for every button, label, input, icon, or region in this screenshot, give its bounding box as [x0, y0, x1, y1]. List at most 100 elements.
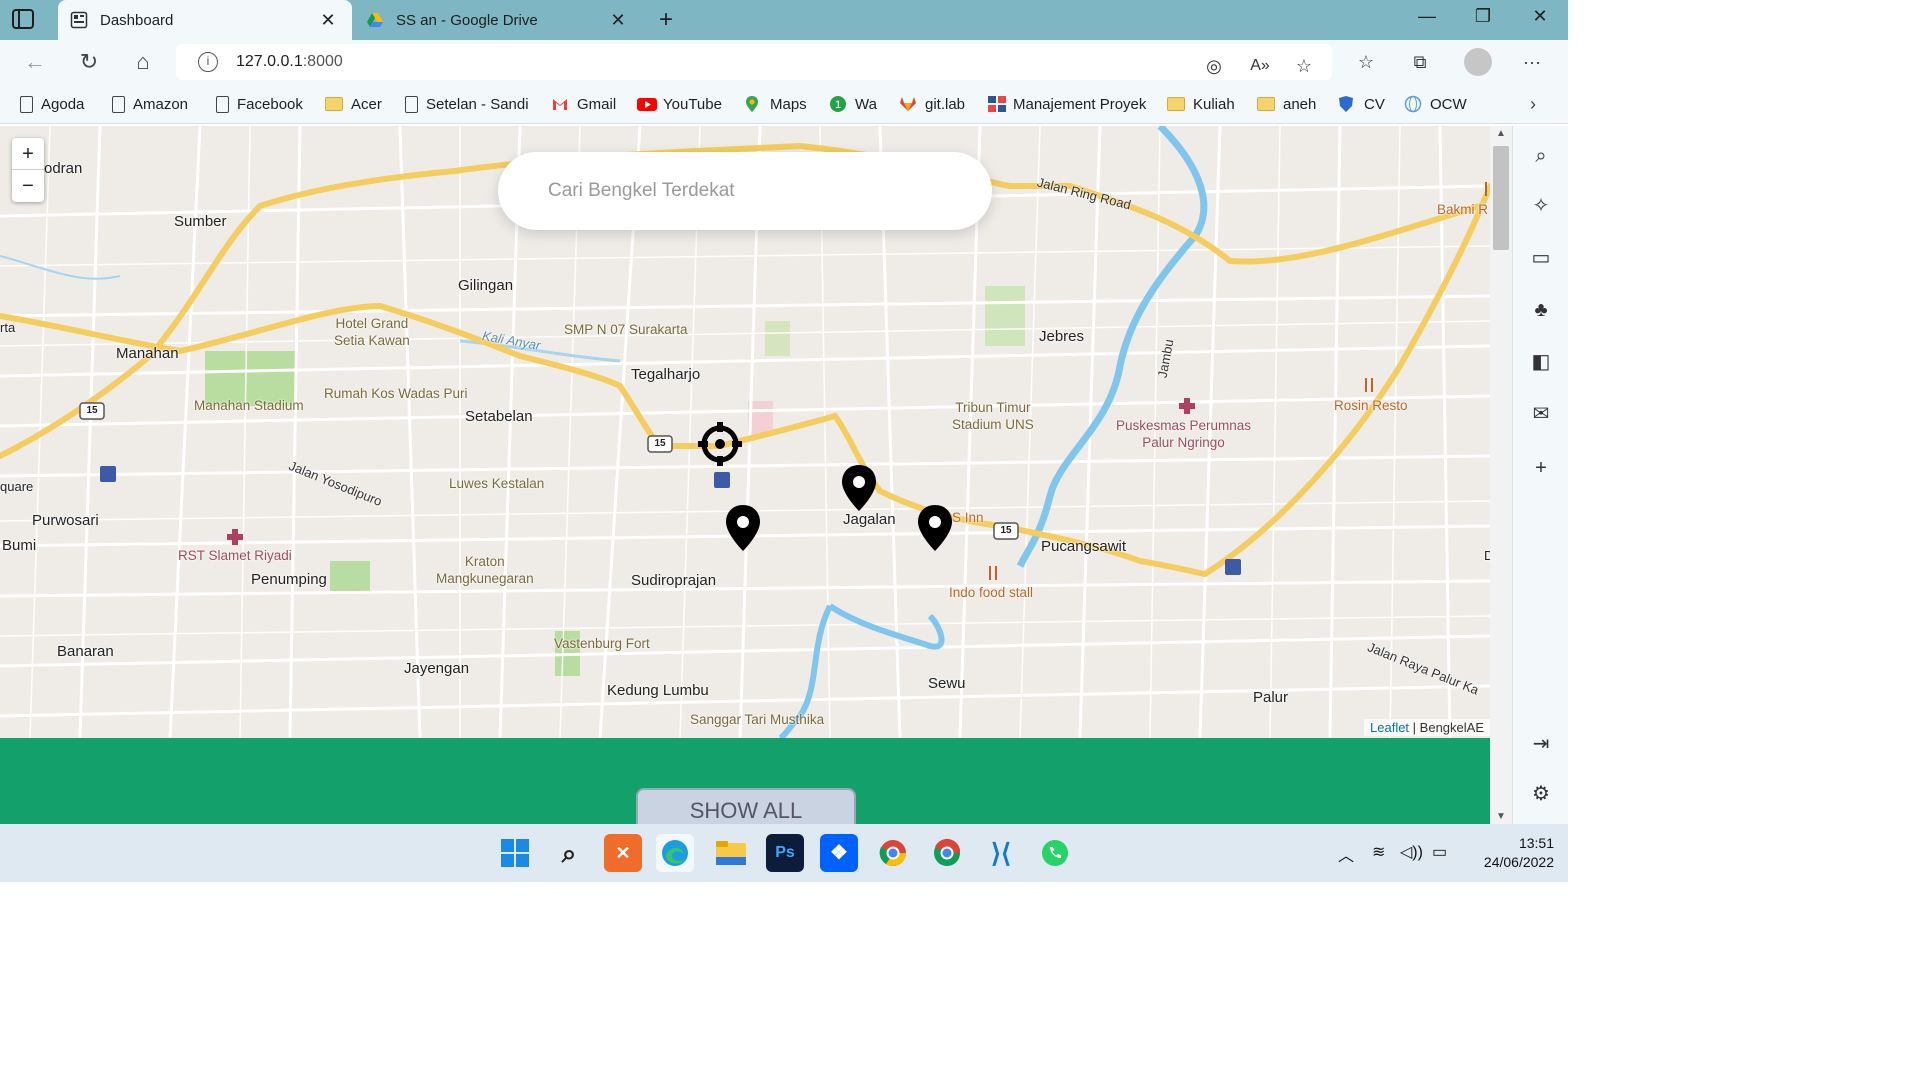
- profile-avatar[interactable]: [1464, 48, 1492, 76]
- folder-icon: [1257, 97, 1275, 111]
- poi-label: Puskesmas Perumnas Palur Ngringo: [1116, 418, 1252, 450]
- more-options-icon[interactable]: ···: [1520, 50, 1544, 74]
- bookmark-wa[interactable]: 1 Wa: [829, 92, 877, 116]
- vscode-icon[interactable]: ⟩⟨: [982, 834, 1020, 872]
- current-location-crosshair-icon[interactable]: [698, 422, 742, 466]
- system-clock[interactable]: 13:51 24/06/2022: [1464, 834, 1554, 872]
- minimize-button[interactable]: —: [1407, 6, 1447, 27]
- location-icon[interactable]: ◎: [1202, 54, 1226, 78]
- add-sidebar-app-icon[interactable]: +: [1527, 454, 1555, 482]
- zoom-out-button[interactable]: −: [12, 170, 44, 202]
- bookmark-gmail[interactable]: Gmail: [551, 92, 616, 116]
- poi-label: Rumah Kos Wadas Puri: [324, 386, 468, 401]
- whatsapp-icon: 1: [829, 95, 847, 113]
- home-icon[interactable]: ⌂: [128, 48, 158, 76]
- scroll-up-arrow-icon[interactable]: ▲: [1490, 128, 1512, 139]
- outlook-icon[interactable]: ✉: [1527, 400, 1555, 428]
- close-tab-icon[interactable]: ✕: [606, 10, 630, 31]
- place-label: quare: [0, 479, 34, 494]
- restore-button[interactable]: ❐: [1463, 6, 1503, 27]
- workshop-marker-pin-icon[interactable]: [725, 504, 761, 552]
- chrome-icon[interactable]: [874, 834, 912, 872]
- bookmark-kuliah[interactable]: Kuliah: [1167, 92, 1235, 116]
- battery-icon[interactable]: ▭: [1432, 842, 1447, 862]
- place-label: Purwosari: [32, 512, 99, 529]
- poi-label: RST Slamet Riyadi: [178, 548, 292, 563]
- dropbox-icon[interactable]: ❖: [820, 834, 858, 872]
- bookmark-ocw[interactable]: OCW: [1404, 92, 1467, 116]
- bookmark-cv[interactable]: CV: [1338, 92, 1385, 116]
- route-number: 15: [1000, 525, 1012, 536]
- bottom-panel: SHOW ALL: [0, 738, 1490, 832]
- place-label: Jayengan: [404, 660, 470, 677]
- bookmark-setelan-sandi[interactable]: Setelan - Sandi: [405, 92, 529, 116]
- back-arrow-icon[interactable]: ←: [20, 48, 50, 76]
- workshop-marker-pin-icon[interactable]: [841, 464, 877, 512]
- google-drive-icon: [366, 11, 384, 29]
- office-icon[interactable]: ◧: [1527, 348, 1555, 376]
- read-aloud-icon[interactable]: A»: [1248, 54, 1272, 78]
- map-attribution: Leaflet | BengkelAE: [1364, 719, 1490, 736]
- bookmark-acer[interactable]: Acer: [325, 92, 382, 116]
- svg-text:1: 1: [835, 99, 841, 111]
- zoom-control: + −: [12, 138, 44, 202]
- close-tab-icon[interactable]: ✕: [316, 10, 340, 31]
- close-window-button[interactable]: ✕: [1520, 6, 1560, 27]
- tab-google-drive[interactable]: SS an - Google Drive ✕: [356, 0, 640, 40]
- taskbar-search-icon[interactable]: ⌕: [550, 834, 588, 872]
- leaflet-link[interactable]: Leaflet: [1370, 720, 1409, 735]
- tools-briefcase-icon[interactable]: ▭: [1527, 244, 1555, 272]
- start-windows-icon[interactable]: [496, 834, 534, 872]
- url-text[interactable]: 127.0.0.1:8000: [236, 53, 343, 71]
- bookmark-youtube[interactable]: YouTube: [637, 92, 722, 116]
- add-favorite-icon[interactable]: ☆: [1292, 54, 1316, 78]
- refresh-icon[interactable]: ↻: [74, 48, 104, 76]
- whatsapp-taskbar-icon[interactable]: [1036, 834, 1074, 872]
- scroll-down-arrow-icon[interactable]: ▼: [1490, 811, 1512, 822]
- place-label: Setabelan: [465, 408, 533, 425]
- zoom-in-button[interactable]: +: [12, 138, 44, 170]
- address-bar[interactable]: i 127.0.0.1:8000 ◎ A» ☆: [176, 44, 1332, 80]
- more-bookmarks-chevron-icon[interactable]: ›: [1530, 92, 1536, 116]
- games-icon[interactable]: ♣: [1527, 296, 1555, 324]
- volume-icon[interactable]: ◁)): [1400, 842, 1423, 862]
- page-scrollbar[interactable]: ▲ ▼: [1490, 126, 1512, 824]
- bookmark-maps[interactable]: Maps: [744, 92, 807, 116]
- favorites-icon[interactable]: ☆: [1354, 50, 1378, 74]
- photoshop-icon[interactable]: Ps: [766, 834, 804, 872]
- bookmark-agoda[interactable]: Agoda: [20, 92, 84, 116]
- file-explorer-folder-icon[interactable]: [712, 834, 750, 872]
- park-area: [985, 286, 1025, 346]
- new-tab-button[interactable]: +: [652, 6, 680, 34]
- hide-sidebar-icon[interactable]: ⇥: [1527, 730, 1555, 758]
- map-canvas[interactable]: odran Sumber Gilingan Manahan Tegalharjo…: [0, 126, 1490, 738]
- edge-browser-icon[interactable]: [656, 834, 694, 872]
- wifi-icon[interactable]: ≋: [1372, 842, 1385, 862]
- bookmark-amazon[interactable]: Amazon: [112, 92, 188, 116]
- xampp-icon[interactable]: ✕: [604, 834, 642, 872]
- workshop-marker-pin-icon[interactable]: [917, 504, 953, 552]
- tab-actions-icon[interactable]: [12, 9, 34, 29]
- place-label: Tegalharjo: [631, 366, 701, 383]
- scroll-thumb[interactable]: [1493, 146, 1509, 250]
- bookmark-manajement-proyek[interactable]: Manajement Proyek: [987, 92, 1146, 116]
- bookmark-aneh[interactable]: aneh: [1257, 92, 1316, 116]
- chrome-profile-icon[interactable]: [928, 834, 966, 872]
- page-icon: [405, 95, 418, 113]
- search-icon[interactable]: ⌕: [1527, 142, 1555, 170]
- site-info-icon[interactable]: i: [198, 52, 218, 72]
- settings-gear-icon[interactable]: ⚙: [1527, 780, 1555, 808]
- dashboard-tab-icon: [70, 11, 88, 29]
- place-label: Pucangsawit: [1041, 538, 1127, 555]
- show-hidden-icons-chevron-icon[interactable]: ︿: [1338, 842, 1354, 866]
- poi-label: Kraton Mangkunegaran: [436, 554, 534, 586]
- collections-icon[interactable]: ⧉: [1408, 50, 1432, 74]
- bookmark-facebook[interactable]: Facebook: [216, 92, 303, 116]
- search-workshop-input[interactable]: [546, 176, 946, 206]
- project-grid-icon: [987, 95, 1006, 113]
- discover-icon[interactable]: ✧: [1527, 192, 1555, 220]
- page-icon: [216, 95, 229, 113]
- poi-label: Manahan Stadium: [194, 398, 304, 413]
- bookmark-gitlab[interactable]: git.lab: [899, 92, 965, 116]
- tab-dashboard[interactable]: Dashboard ✕: [58, 0, 352, 40]
